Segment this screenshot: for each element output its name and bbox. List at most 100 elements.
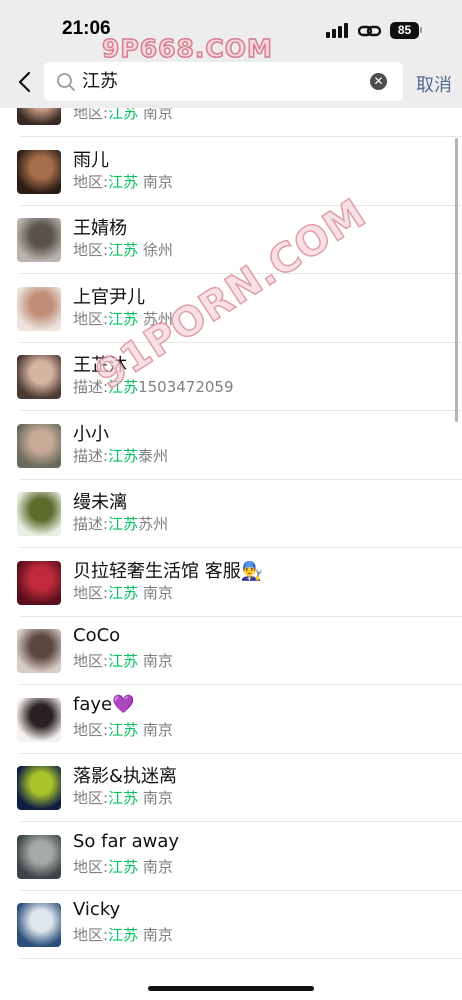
match-keyword: 江苏 [108, 378, 139, 396]
match-keyword: 江苏 [108, 652, 139, 670]
match-keyword: 江苏 [108, 789, 139, 807]
match-line: 地区:江苏 南京 [73, 856, 173, 877]
contact-name: 缦未漓 [73, 492, 127, 513]
match-detail: 南京 [138, 789, 173, 807]
match-prefix: 地区: [73, 108, 109, 122]
contact-name: 贝拉轻奢生活馆 客服👨‍🔧 [73, 560, 264, 582]
result-row[interactable]: 落影&执迷离 地区:江苏 南京 [0, 753, 462, 822]
result-row[interactable]: faye💜 地区:江苏 南京 [0, 685, 462, 754]
match-prefix: 地区: [73, 857, 109, 876]
match-keyword: 江苏 [108, 926, 139, 944]
match-keyword: 江苏 [108, 172, 139, 191]
match-detail: 南京 [138, 926, 173, 944]
hotspot-link-icon [358, 25, 382, 37]
match-keyword: 江苏 [108, 515, 139, 533]
avatar [17, 218, 61, 262]
match-line: 地区:江苏 南京 [73, 787, 173, 808]
result-row[interactable]: 雨儿 地区:江苏 南京 [0, 137, 462, 206]
avatar [17, 286, 61, 331]
cellular-signal-icon [326, 23, 348, 38]
avatar [17, 355, 61, 399]
match-detail: 泰州 [138, 446, 169, 465]
match-detail: 徐州 [138, 241, 173, 259]
avatar [17, 149, 61, 194]
match-line: 地区:江苏 徐州 [73, 239, 173, 260]
result-row[interactable]: 贝拉轻奢生活馆 客服👨‍🔧 地区:江苏 南京 [0, 548, 462, 617]
match-detail: 苏州 [138, 515, 169, 533]
row-divider [20, 958, 462, 959]
match-prefix: 地区: [73, 583, 109, 602]
battery-nub [420, 27, 422, 33]
result-row[interactable]: 王婧杨 地区:江苏 徐州 [0, 205, 462, 274]
match-detail: 南京 [138, 583, 173, 602]
match-keyword: 江苏 [108, 108, 139, 122]
contact-name: CoCo [73, 625, 121, 646]
match-prefix: 描述: [73, 515, 109, 533]
contact-name: 雨儿 [73, 149, 109, 171]
match-line: 描述:江苏苏州 [73, 513, 168, 534]
result-row[interactable]: 小小 描述:江苏泰州 [0, 411, 462, 480]
result-row[interactable]: 晰慧慧🐰地区:江苏 南京 [0, 108, 462, 137]
match-line: 地区:江苏 南京 [73, 582, 173, 603]
match-keyword: 江苏 [108, 583, 139, 602]
match-keyword: 江苏 [108, 241, 139, 259]
result-row[interactable]: 缦未漓 描述:江苏苏州 [0, 479, 462, 548]
match-detail: 南京 [138, 720, 173, 739]
match-line: 地区:江苏 南京 [73, 924, 173, 945]
result-row[interactable]: 上官尹儿 地区:江苏 苏州 [0, 274, 462, 343]
avatar [17, 766, 61, 810]
match-line: 地区:江苏 南京 [73, 171, 173, 192]
result-row[interactable]: 王芷沐 描述:江苏1503472059 [0, 342, 462, 411]
match-prefix: 地区: [73, 309, 109, 328]
result-row[interactable]: So far away 地区:江苏 南京 [0, 822, 462, 891]
match-detail: 南京 [138, 652, 173, 670]
match-prefix: 地区: [73, 241, 109, 259]
contact-name: 落影&执迷离 [73, 766, 178, 787]
result-row[interactable]: Vicky 地区:江苏 南京 [0, 890, 462, 959]
contact-name: So far away [73, 830, 180, 852]
status-time: 21:06 [62, 18, 111, 39]
match-prefix: 描述: [73, 378, 109, 396]
match-line: 地区:江苏 南京 [73, 719, 173, 740]
match-line: 地区:江苏 南京 [73, 650, 173, 671]
back-chevron-icon[interactable] [14, 70, 38, 94]
match-prefix: 地区: [73, 926, 109, 944]
search-results-list[interactable]: 晰慧慧🐰地区:江苏 南京雨儿地区:江苏 南京王婧杨地区:江苏 徐州上官尹儿地区:… [0, 108, 462, 1000]
clear-search-icon[interactable]: ✕ [370, 73, 387, 90]
match-detail: 南京 [138, 172, 173, 191]
contact-name: 上官尹儿 [73, 286, 145, 308]
match-detail: 苏州 [138, 309, 173, 328]
contact-name: faye💜 [73, 693, 135, 715]
match-prefix: 地区: [73, 789, 109, 807]
scrollbar[interactable] [455, 138, 458, 422]
avatar [17, 697, 61, 742]
match-keyword: 江苏 [108, 309, 139, 328]
match-line: 地区:江苏 苏州 [73, 308, 173, 329]
avatar [17, 560, 61, 605]
search-icon [57, 73, 75, 91]
status-bar: 21:06 85 [0, 0, 462, 58]
match-detail: 1503472059 [138, 378, 234, 396]
avatar [17, 108, 61, 125]
match-prefix: 地区: [73, 652, 109, 670]
avatar [17, 423, 61, 468]
cancel-button[interactable]: 取消 [416, 71, 452, 97]
avatar [17, 903, 61, 947]
avatar [17, 834, 61, 879]
match-keyword: 江苏 [108, 720, 139, 739]
match-detail: 南京 [138, 857, 173, 876]
search-input[interactable] [82, 62, 362, 101]
home-indicator[interactable] [148, 986, 314, 991]
result-row[interactable]: CoCo 地区:江苏 南京 [0, 616, 462, 685]
match-line: 描述:江苏泰州 [73, 445, 168, 466]
match-line: 描述:江苏1503472059 [73, 376, 234, 397]
battery-icon: 85 [390, 22, 419, 39]
avatar [17, 629, 61, 673]
contact-name: Vicky [73, 899, 121, 920]
contact-name: 小小 [73, 423, 109, 445]
match-keyword: 江苏 [108, 446, 139, 465]
search-box[interactable]: ✕ [44, 62, 403, 101]
match-detail: 南京 [138, 108, 173, 122]
match-prefix: 地区: [73, 172, 109, 191]
match-prefix: 描述: [73, 446, 109, 465]
